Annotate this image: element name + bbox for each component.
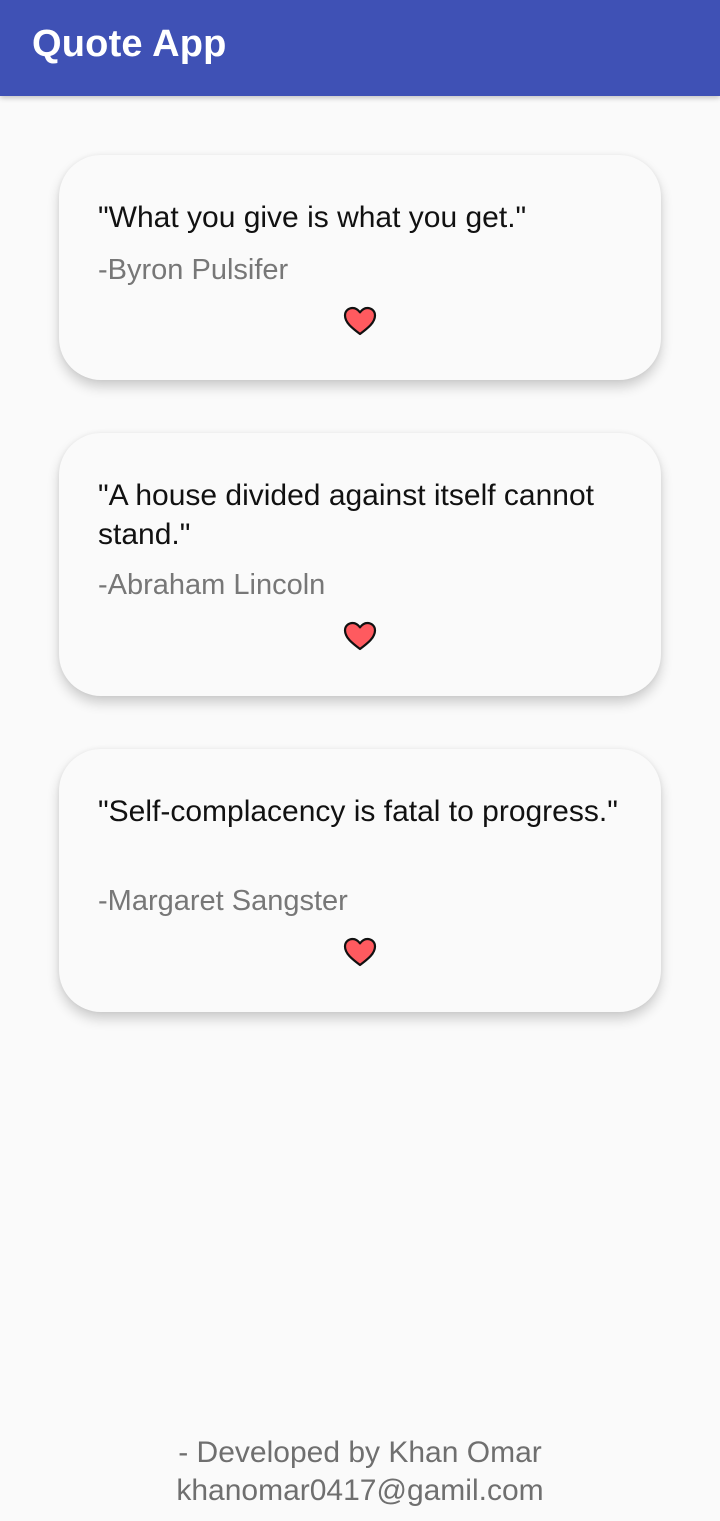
quote-card-1: "What you give is what you get." -Byron … xyxy=(59,155,661,380)
quote-author: -Margaret Sangster xyxy=(98,885,348,917)
quote-card-3: "Self-complacency is fatal to progress."… xyxy=(59,749,661,1012)
quote-card-2: "A house divided against itself cannot s… xyxy=(59,433,661,696)
quote-text: "Self-complacency is fatal to progress." xyxy=(98,795,618,828)
quote-text: "What you give is what you get." xyxy=(98,201,527,234)
quote-author: -Byron Pulsifer xyxy=(98,254,289,286)
heart-icon-graphic xyxy=(343,306,377,336)
app-bar: Quote App xyxy=(0,0,720,96)
quote-text: "A house divided against itself cannot s… xyxy=(98,479,594,551)
heart-icon[interactable] xyxy=(342,305,378,337)
app-title: Quote App xyxy=(32,23,227,65)
heart-icon-graphic xyxy=(343,937,377,967)
heart-icon-graphic xyxy=(343,621,377,651)
heart-icon[interactable] xyxy=(342,936,378,968)
quote-author: -Abraham Lincoln xyxy=(98,569,326,601)
developer-email: khanomar0417@gamil.com xyxy=(176,1474,544,1507)
developer-credit: - Developed by Khan Omar xyxy=(178,1436,542,1469)
heart-icon[interactable] xyxy=(342,620,378,652)
